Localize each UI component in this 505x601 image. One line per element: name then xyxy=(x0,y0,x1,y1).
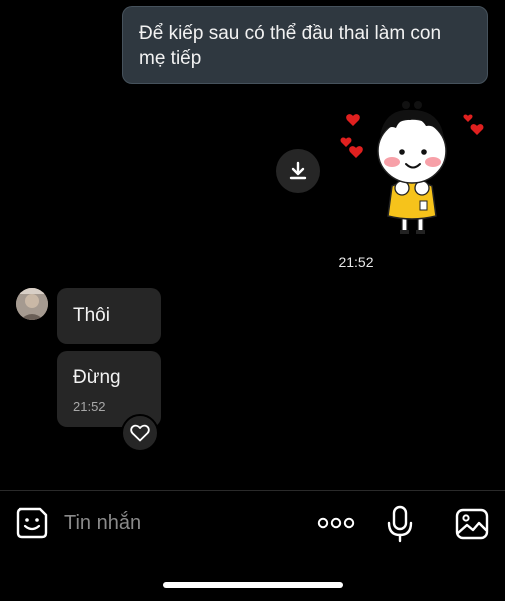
more-options-button[interactable] xyxy=(316,513,356,533)
outgoing-message-text: Để kiếp sau có thể đầu thai làm con mẹ t… xyxy=(139,23,442,69)
heart-reaction-button[interactable] xyxy=(121,414,159,452)
message-input[interactable]: Tin nhắn xyxy=(64,509,284,537)
microphone-icon xyxy=(387,505,413,543)
incoming-message-bubble[interactable]: Thôi xyxy=(57,288,161,344)
download-icon xyxy=(289,161,307,180)
sticker-heart xyxy=(470,124,484,135)
sticker-heart xyxy=(346,114,360,126)
avatar-image xyxy=(16,288,48,320)
voice-message-button[interactable] xyxy=(386,505,414,543)
sticker-face-icon xyxy=(16,507,48,539)
incoming-message-text: Thôi xyxy=(73,305,110,326)
sticker-button[interactable] xyxy=(14,505,50,541)
incoming-message-text: Đừng xyxy=(73,367,121,388)
sticker-heart xyxy=(340,137,352,147)
chat-thread: Để kiếp sau có thể đầu thai làm con mẹ t… xyxy=(0,0,505,490)
heart-icon xyxy=(130,424,150,442)
gallery-icon xyxy=(455,508,489,540)
home-indicator[interactable] xyxy=(163,582,343,588)
girl-sticker[interactable] xyxy=(340,96,490,246)
download-sticker-button[interactable] xyxy=(276,149,320,193)
contact-avatar[interactable] xyxy=(16,288,48,320)
gallery-button[interactable] xyxy=(454,507,490,541)
message-timestamp: 21:52 xyxy=(73,399,106,414)
more-dots-icon xyxy=(317,517,355,529)
sticker-heart xyxy=(463,114,473,122)
message-timestamp: 21:52 xyxy=(338,254,374,270)
outgoing-message-bubble[interactable]: Để kiếp sau có thể đầu thai làm con mẹ t… xyxy=(122,6,488,84)
sticker-heart xyxy=(349,146,363,158)
